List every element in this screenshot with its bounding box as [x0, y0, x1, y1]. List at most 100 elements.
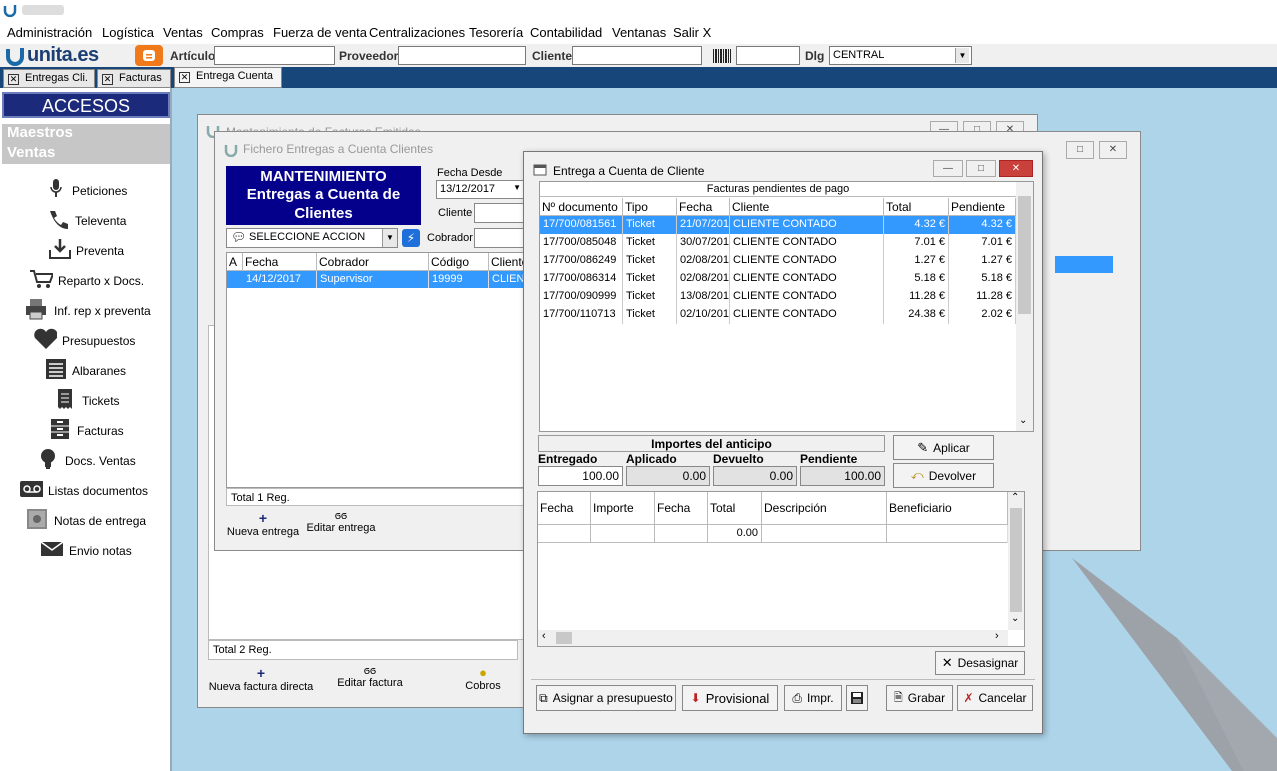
close-icon[interactable]: ✕: [179, 72, 190, 83]
vertical-scrollbar[interactable]: ⌃ ⌄: [1008, 492, 1024, 630]
articulo-input[interactable]: [214, 46, 335, 65]
close-icon[interactable]: ✕: [102, 74, 113, 85]
chevron-down-icon[interactable]: ▼: [513, 183, 521, 192]
chevron-left-icon[interactable]: ‹: [542, 630, 546, 642]
menu-logistica[interactable]: Logística: [102, 25, 154, 40]
menu-contabilidad[interactable]: Contabilidad: [530, 25, 602, 40]
col-header[interactable]: Tipo: [623, 198, 677, 216]
proveedor-input[interactable]: [398, 46, 526, 65]
scrollbar-thumb[interactable]: [1018, 196, 1031, 314]
menu-salir[interactable]: Salir X: [673, 25, 711, 40]
col-header[interactable]: Código: [429, 253, 489, 271]
cliente-input[interactable]: [572, 46, 702, 65]
asignar-presupuesto-button[interactable]: ⧉ Asignar a presupuesto: [536, 685, 676, 711]
col-header[interactable]: Cliente: [730, 198, 884, 216]
col-header[interactable]: Fecha: [538, 492, 591, 525]
menu-tesoreria[interactable]: Tesorería: [469, 25, 523, 40]
cobros-button[interactable]: ● Cobros: [453, 665, 513, 701]
entregas-grid[interactable]: A Fecha Cobrador Código Cliente 14/12/20…: [226, 252, 527, 488]
imprimir-button[interactable]: ⎙ Impr.: [784, 685, 842, 711]
maximize-button[interactable]: □: [966, 160, 996, 177]
table-row[interactable]: 17/700/090999 Ticket 13/08/2017 CLIENTE CON…: [540, 288, 1016, 306]
table-row[interactable]: 17/700/085048 Ticket 30/07/2017 CLIENTE CON…: [540, 234, 1016, 252]
sidebar-item-preventa[interactable]: Preventa: [0, 238, 170, 264]
table-row[interactable]: 14/12/2017 Supervisor 19999 CLIEN: [227, 271, 525, 288]
sidebar-item-televenta[interactable]: Televenta: [0, 208, 170, 234]
barcode-input[interactable]: [736, 46, 800, 65]
tab-entrega-cuenta[interactable]: ✕ Entrega Cuenta: [174, 67, 282, 88]
menu-fuerza-venta[interactable]: Fuerza de venta: [273, 25, 367, 40]
col-header[interactable]: Beneficiario: [887, 492, 1008, 525]
table-row[interactable]: 17/700/110713 Ticket 02/10/2017 CLIENTE CON…: [540, 306, 1016, 324]
close-icon[interactable]: ✕: [8, 74, 19, 85]
col-header[interactable]: Nº documento: [540, 198, 623, 216]
aplicar-button[interactable]: ✎ Aplicar: [893, 435, 994, 460]
chevron-down-icon[interactable]: ▼: [382, 229, 397, 247]
sidebar-item-inf-rep[interactable]: Inf. rep x preventa: [0, 298, 170, 324]
fecha-desde-input[interactable]: 13/12/2017 ▼: [436, 180, 524, 199]
chevron-down-icon[interactable]: ▼: [955, 48, 969, 63]
menu-ventanas[interactable]: Ventanas: [612, 25, 666, 40]
menu-compras[interactable]: Compras: [211, 25, 264, 40]
grabar-button[interactable]: 🗎︎ Grabar: [886, 685, 953, 711]
entregado-input[interactable]: 100.00: [538, 466, 623, 486]
scrollbar-thumb[interactable]: [1010, 508, 1022, 612]
col-header[interactable]: Descripción: [762, 492, 887, 525]
cobrador-input[interactable]: [474, 228, 524, 248]
col-header[interactable]: A: [227, 253, 243, 271]
sidebar-item-peticiones[interactable]: Peticiones: [0, 178, 170, 204]
minimize-button[interactable]: —: [933, 160, 963, 177]
chevron-down-icon[interactable]: ⌄: [1019, 415, 1027, 426]
vertical-scrollbar[interactable]: ⌄: [1016, 182, 1033, 431]
table-row[interactable]: 17/700/081561 Ticket 21/07/2017 CLIENTE CON…: [540, 216, 1016, 234]
col-header[interactable]: Pendiente: [949, 198, 1016, 216]
accion-select[interactable]: 💬︎ SELECCIONE ACCION ▼: [226, 228, 398, 248]
horizontal-scrollbar[interactable]: ‹ ›: [538, 630, 1008, 646]
menu-ventas[interactable]: Ventas: [163, 25, 203, 40]
sidebar-item-tickets[interactable]: Tickets: [0, 388, 170, 414]
lightning-icon[interactable]: ⚡︎: [402, 229, 420, 247]
sidebar-item-listas[interactable]: Listas documentos: [0, 478, 170, 504]
chevron-down-icon[interactable]: ⌄: [1011, 613, 1019, 624]
table-row[interactable]: 17/700/086249 Ticket 02/08/2017 CLIENTE CON…: [540, 252, 1016, 270]
tab-facturas[interactable]: ✕ Facturas: [97, 69, 171, 88]
cancelar-button[interactable]: ✗ Cancelar: [957, 685, 1033, 711]
col-header[interactable]: Cobrador: [317, 253, 429, 271]
sidebar-section-ventas[interactable]: Ventas: [2, 144, 170, 164]
sidebar-item-facturas[interactable]: Facturas: [0, 418, 170, 444]
col-header[interactable]: Fecha: [243, 253, 317, 271]
sidebar-item-envio-notas[interactable]: Envio notas: [0, 538, 170, 564]
table-row[interactable]: 0.00: [538, 525, 1008, 543]
chevron-up-icon[interactable]: ⌃: [1011, 492, 1019, 503]
sidebar-section-maestros[interactable]: Maestros: [2, 124, 170, 144]
editar-factura-button[interactable]: ϭϭ Editar factura: [330, 665, 410, 701]
provisional-button[interactable]: ⬇︎ Provisional: [682, 685, 778, 711]
cliente-input[interactable]: [474, 203, 524, 223]
sidebar-item-notas-entrega[interactable]: Notas de entrega: [0, 508, 170, 534]
chevron-right-icon[interactable]: ›: [995, 630, 999, 642]
col-header[interactable]: Importe: [591, 492, 655, 525]
nueva-factura-button[interactable]: + Nueva factura directa: [206, 665, 316, 701]
maximize-button[interactable]: □: [1066, 141, 1094, 159]
editar-entrega-button[interactable]: ϭϭ Editar entrega: [305, 510, 377, 546]
close-button[interactable]: ✕: [1099, 141, 1127, 159]
facturas-pendientes-grid[interactable]: Facturas pendientes de pago Nº documento…: [539, 181, 1034, 432]
col-header[interactable]: Total: [884, 198, 949, 216]
close-button[interactable]: ✕: [999, 160, 1033, 177]
desasignar-button[interactable]: ✕ Desasignar: [935, 651, 1025, 675]
menu-administracion[interactable]: Administración: [7, 25, 92, 40]
col-header[interactable]: Cliente: [489, 253, 527, 271]
sidebar-item-docs-ventas[interactable]: Docs. Ventas: [0, 448, 170, 474]
save-disk-button[interactable]: [846, 685, 868, 711]
barcode-icon[interactable]: [712, 48, 732, 64]
sidebar-item-presupuestos[interactable]: Presupuestos: [0, 328, 170, 354]
menu-centralizaciones[interactable]: Centralizaciones: [369, 25, 465, 40]
dlg-select[interactable]: CENTRAL ▼: [829, 46, 972, 65]
aplicaciones-grid[interactable]: Fecha Importe Fecha Total Descripción Benefic…: [537, 491, 1025, 647]
col-header[interactable]: Fecha: [655, 492, 708, 525]
table-row[interactable]: 17/700/086314 Ticket 02/08/2017 CLIENTE CON…: [540, 270, 1016, 288]
sidebar-item-reparto[interactable]: Reparto x Docs.: [0, 268, 170, 294]
blogger-icon[interactable]: [135, 45, 163, 66]
tab-entregas-cli[interactable]: ✕ Entregas Cli.: [3, 69, 95, 88]
col-header[interactable]: Total: [708, 492, 762, 525]
